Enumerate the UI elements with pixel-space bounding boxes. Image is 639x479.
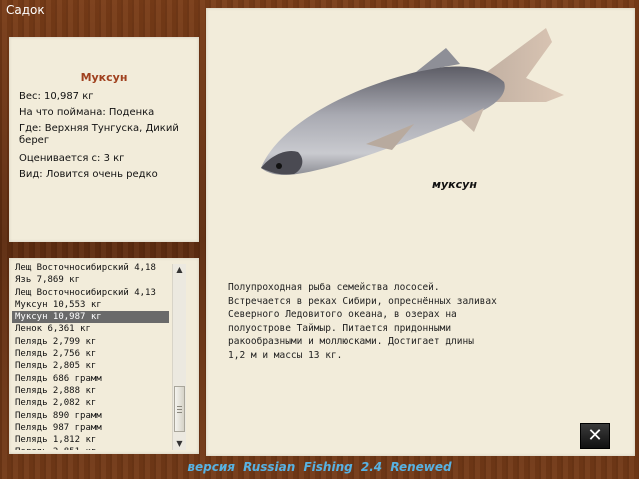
catch-list-panel: Лещ Восточносибирский 4,18 Язь 7,869 кг Ле…: [9, 258, 199, 454]
catch-list-item[interactable]: Пелядь 2,799 кг: [12, 336, 169, 348]
catch-list-item[interactable]: Пелядь 2,851 кг: [12, 446, 169, 450]
scroll-down-icon[interactable]: ▼: [173, 438, 186, 450]
fish-bait: На что поймана: Поденка: [19, 107, 155, 118]
grip-line: [177, 409, 182, 410]
catch-list-item[interactable]: Муксун 10,987 кг: [12, 311, 169, 324]
fish-image: [261, 28, 564, 175]
catch-list-item[interactable]: Пелядь 2,756 кг: [12, 348, 169, 360]
catch-list-scrollbar[interactable]: ▲ ▼: [172, 264, 186, 450]
catch-list-item[interactable]: Пелядь 987 грамм: [12, 422, 169, 434]
grip-line: [177, 406, 182, 407]
catch-list-item[interactable]: Пелядь 2,805 кг: [12, 360, 169, 372]
catch-list[interactable]: Лещ Восточносибирский 4,18 Язь 7,869 кг Ле…: [12, 262, 169, 450]
fish-description: Полупроходная рыба семейства лососей. Вс…: [228, 282, 497, 361]
grip-line: [177, 412, 182, 413]
scrollbar-thumb[interactable]: [174, 386, 185, 432]
version-label: версия Russian Fishing 2.4 Renewed: [187, 460, 452, 474]
window-title: Садок: [6, 3, 45, 17]
scroll-up-icon[interactable]: ▲: [173, 264, 186, 276]
fish-name: Муксун: [80, 71, 128, 84]
catch-list-item[interactable]: Ленок 6,361 кг: [12, 323, 169, 335]
fish-value: Оценивается с: 3 кг: [19, 153, 125, 164]
fish-image-caption: муксун: [432, 178, 477, 191]
fish-location: Где: Верхняя Тунгуска, Дикий берег: [19, 123, 179, 146]
close-button[interactable]: ✕: [580, 423, 610, 449]
catch-list-item[interactable]: Пелядь 686 грамм: [12, 373, 169, 385]
fish-rarity: Вид: Ловится очень редко: [19, 169, 158, 180]
catch-list-item[interactable]: Пелядь 1,812 кг: [12, 434, 169, 446]
catch-list-item[interactable]: Пелядь 890 грамм: [12, 410, 169, 422]
fish-detail-panel: муксун Полупроходная рыба семейства лосо…: [206, 8, 635, 456]
catch-list-item[interactable]: Язь 7,869 кг: [12, 274, 169, 286]
catch-list-item[interactable]: Лещ Восточносибирский 4,13: [12, 287, 169, 299]
catch-list-item[interactable]: Пелядь 2,888 кг: [12, 385, 169, 397]
catch-list-item[interactable]: Пелядь 2,082 кг: [12, 397, 169, 409]
fish-info-panel: Муксун Вес: 10,987 кг На что поймана: По…: [9, 37, 199, 242]
catch-list-item[interactable]: Муксун 10,553 кг: [12, 299, 169, 311]
fish-weight: Вес: 10,987 кг: [19, 91, 94, 102]
catch-list-item[interactable]: Лещ Восточносибирский 4,18: [12, 262, 169, 274]
